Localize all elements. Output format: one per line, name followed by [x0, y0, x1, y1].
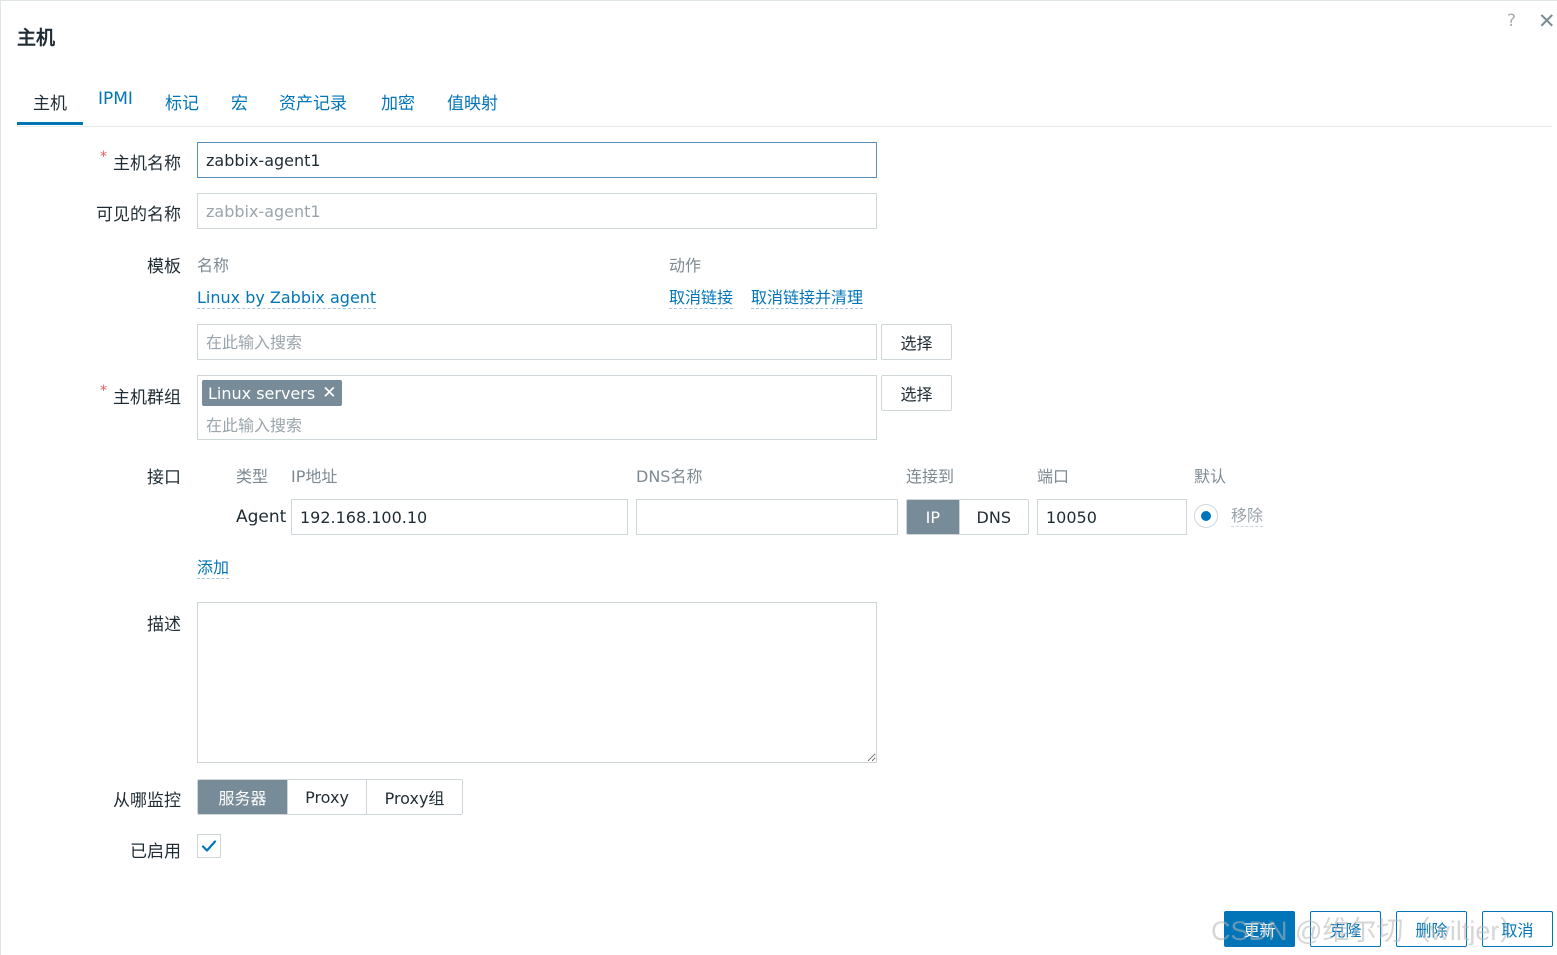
templates-col-name: 名称	[197, 256, 230, 275]
template-select-button[interactable]: 选择	[881, 324, 952, 360]
iface-ip-input[interactable]	[291, 499, 628, 535]
unlink-and-clear-link[interactable]: 取消链接并清理	[751, 288, 864, 309]
enabled-checkbox[interactable]	[197, 834, 221, 858]
iface-dns-input[interactable]	[636, 499, 898, 535]
description-label: 描述	[147, 615, 181, 635]
active-tab-indicator	[17, 122, 83, 125]
help-icon[interactable]: ?	[1507, 11, 1516, 31]
host-name-label: * 主机名称	[100, 149, 181, 174]
host-group-chip: Linux servers ✕	[202, 380, 343, 406]
monitored-by-label: 从哪监控	[113, 791, 181, 811]
iface-default-radio[interactable]	[1194, 504, 1218, 528]
tab-tags[interactable]: 标记	[165, 89, 199, 114]
tab-encryption[interactable]: 加密	[381, 89, 415, 114]
iface-connect-toggle: IP DNS	[906, 499, 1029, 535]
tab-macros[interactable]: 宏	[231, 89, 248, 114]
checkmark-icon	[201, 840, 217, 852]
iface-port-input[interactable]	[1037, 499, 1187, 535]
host-groups-label: * 主机群组	[100, 383, 181, 408]
visible-name-label: 可见的名称	[96, 205, 181, 225]
iface-col-type: 类型	[236, 467, 269, 486]
chip-label: Linux servers	[208, 383, 316, 403]
monitored-by-proxy-group[interactable]: Proxy组	[366, 780, 462, 814]
interfaces-label: 接口	[147, 468, 181, 488]
iface-col-connect: 连接到	[906, 467, 955, 486]
connect-dns-option[interactable]: DNS	[958, 500, 1028, 534]
visible-name-input[interactable]	[197, 193, 877, 229]
templates-col-action: 动作	[669, 256, 702, 275]
connect-ip-option[interactable]: IP	[907, 500, 959, 534]
template-search-input[interactable]	[197, 324, 877, 360]
tab-host[interactable]: 主机	[33, 89, 67, 114]
delete-button[interactable]: 删除	[1396, 911, 1467, 947]
description-textarea[interactable]	[197, 602, 877, 763]
iface-col-ip: IP地址	[291, 467, 338, 486]
iface-col-port: 端口	[1037, 467, 1070, 486]
iface-col-dns: DNS名称	[636, 467, 703, 486]
host-groups-search-placeholder[interactable]: 在此输入搜索	[206, 412, 302, 436]
update-button[interactable]: 更新	[1224, 911, 1295, 947]
tab-bar: 主机 IPMI 标记 宏 资产记录 加密 值映射	[17, 87, 1552, 127]
dialog-title: 主机	[17, 27, 56, 49]
monitored-by-toggle: 服务器 Proxy Proxy组	[197, 779, 463, 815]
cancel-button[interactable]: 取消	[1482, 911, 1553, 947]
chip-remove-icon[interactable]: ✕	[322, 383, 336, 403]
host-groups-multiselect[interactable]: Linux servers ✕ 在此输入搜索	[197, 375, 877, 440]
required-marker: *	[100, 383, 107, 399]
monitored-by-server[interactable]: 服务器	[198, 780, 287, 814]
host-dialog: 主机 ? ✕ 主机 IPMI 标记 宏 资产记录 加密 值映射 *主机名称 可见…	[0, 0, 1557, 955]
linked-template-link[interactable]: Linux by Zabbix agent	[197, 288, 377, 309]
tab-value-mapping[interactable]: 值映射	[447, 89, 498, 114]
required-marker: *	[100, 149, 107, 165]
iface-type-agent: Agent	[236, 507, 287, 527]
iface-col-default: 默认	[1194, 467, 1227, 486]
tab-inventory[interactable]: 资产记录	[279, 89, 347, 114]
close-icon[interactable]: ✕	[1538, 9, 1556, 33]
tab-ipmi[interactable]: IPMI	[98, 89, 133, 109]
monitored-by-proxy[interactable]: Proxy	[287, 780, 366, 814]
iface-remove-link[interactable]: 移除	[1231, 506, 1264, 527]
add-interface-link[interactable]: 添加	[197, 558, 230, 579]
clone-button[interactable]: 克隆	[1310, 911, 1381, 947]
templates-label: 模板	[147, 257, 181, 277]
host-name-input[interactable]	[197, 142, 877, 178]
enabled-label: 已启用	[130, 842, 181, 862]
unlink-link[interactable]: 取消链接	[669, 288, 734, 309]
host-groups-select-button[interactable]: 选择	[881, 375, 952, 411]
